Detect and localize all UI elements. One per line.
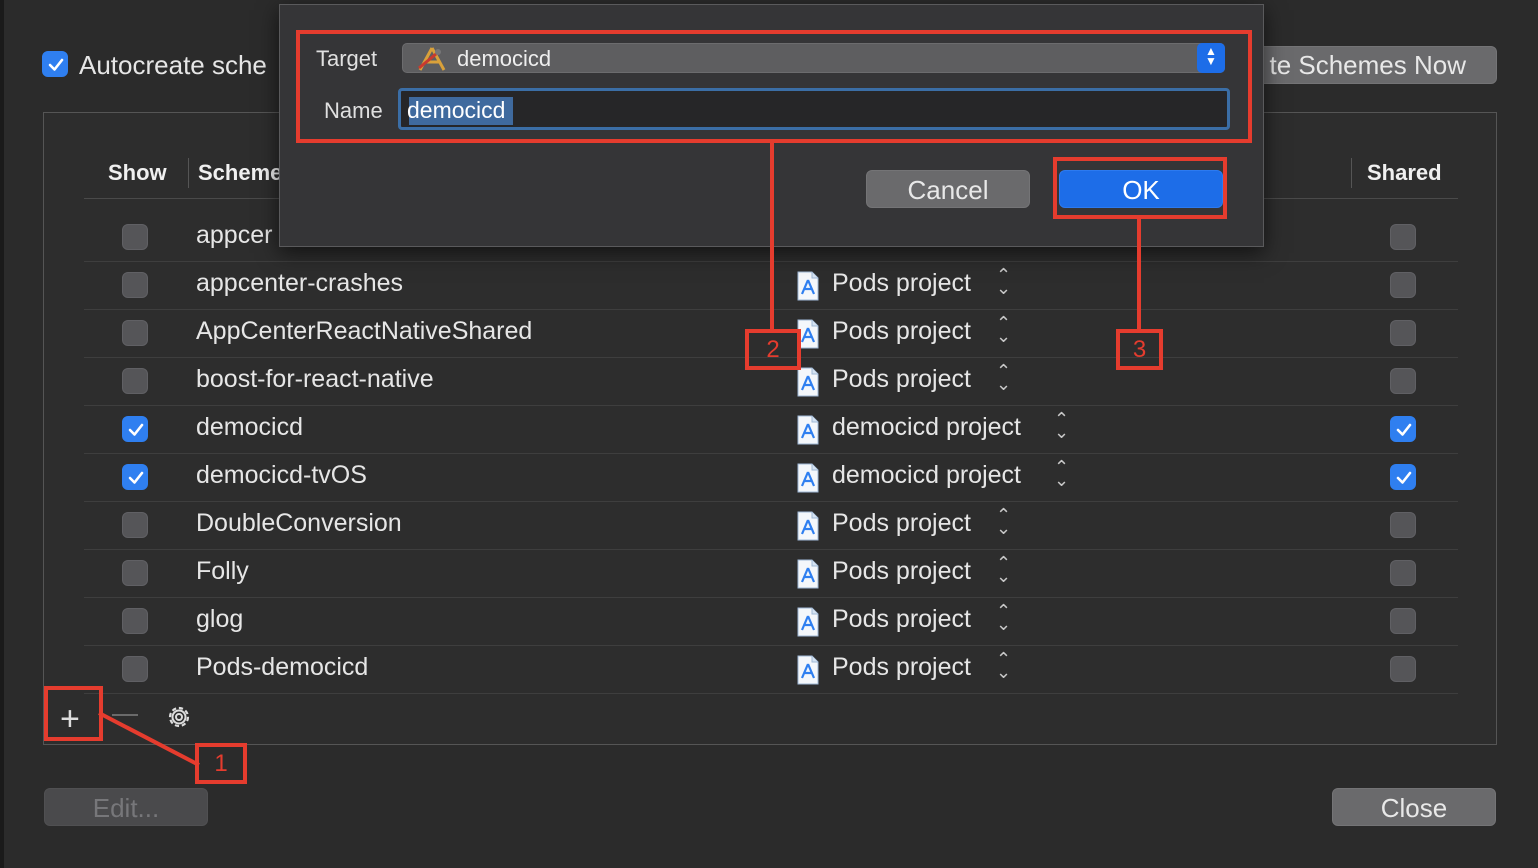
- autocreate-schemes-now-button[interactable]: te Schemes Now: [1240, 46, 1497, 84]
- annotation-number: 1: [214, 750, 228, 777]
- container-select[interactable]: Pods project: [832, 269, 971, 298]
- scheme-name: democicd: [196, 413, 303, 441]
- table-row[interactable]: democicd democicd project ⌃ ⌄: [84, 405, 1458, 454]
- shared-checkbox[interactable]: [1390, 368, 1416, 394]
- annotation-number: 2: [766, 336, 780, 363]
- show-checkbox[interactable]: [122, 608, 148, 634]
- scheme-name: boost-for-react-native: [196, 365, 434, 393]
- shared-checkbox[interactable]: [1390, 560, 1416, 586]
- checkmark-icon: [48, 58, 64, 71]
- show-checkbox[interactable]: [122, 272, 148, 298]
- chevron-updown-icon: ⌃ ⌄: [996, 361, 1012, 394]
- annotation-line: [98, 711, 200, 767]
- scheme-name: appcenter-crashes: [196, 269, 404, 297]
- column-separator: [188, 158, 189, 188]
- container-select[interactable]: Pods project: [832, 605, 971, 634]
- annotation-line: [1137, 219, 1141, 331]
- shared-checkbox[interactable]: [1390, 608, 1416, 634]
- container-select[interactable]: democicd project: [832, 461, 1021, 490]
- header-shared[interactable]: Shared: [1367, 160, 1442, 186]
- cancel-button[interactable]: Cancel: [866, 170, 1030, 208]
- table-row[interactable]: Folly Pods project ⌃ ⌄: [84, 549, 1458, 598]
- shared-checkbox[interactable]: [1390, 512, 1416, 538]
- scheme-name: democicd-tvOS: [196, 461, 367, 489]
- annotation-line: [770, 143, 774, 331]
- autocreate-checkbox[interactable]: [42, 51, 68, 77]
- annotation-box-ok: [1053, 157, 1227, 219]
- table-row[interactable]: Pods-democicd Pods project ⌃ ⌄: [84, 645, 1458, 694]
- chevron-updown-icon: ⌃ ⌄: [1054, 409, 1070, 442]
- project-file-icon: [797, 415, 819, 445]
- container-select[interactable]: Pods project: [832, 557, 971, 586]
- table-row[interactable]: DoubleConversion Pods project ⌃ ⌄: [84, 501, 1458, 550]
- checkmark-icon: [128, 471, 144, 484]
- show-checkbox[interactable]: [122, 560, 148, 586]
- show-checkbox[interactable]: [122, 368, 148, 394]
- edit-button[interactable]: Edit...: [44, 788, 208, 826]
- window-edge: [0, 0, 4, 868]
- checkmark-icon: [128, 423, 144, 436]
- shared-checkbox[interactable]: [1390, 416, 1416, 442]
- chevron-updown-icon: ⌃ ⌄: [996, 553, 1012, 586]
- project-file-icon: [797, 463, 819, 493]
- shared-checkbox[interactable]: [1390, 656, 1416, 682]
- container-select[interactable]: Pods project: [832, 317, 971, 346]
- scheme-name: Pods-democicd: [196, 653, 369, 681]
- container-select[interactable]: democicd project: [832, 413, 1021, 442]
- header-scheme[interactable]: Scheme: [198, 160, 282, 186]
- project-file-icon: [797, 607, 819, 637]
- column-separator: [1351, 158, 1352, 188]
- container-select[interactable]: Pods project: [832, 365, 971, 394]
- container-select[interactable]: Pods project: [832, 509, 971, 538]
- table-row[interactable]: democicd-tvOS democicd project ⌃ ⌄: [84, 453, 1458, 502]
- annotation-number: 3: [1132, 336, 1147, 363]
- annotation-box-target-name: [296, 30, 1252, 143]
- shared-checkbox[interactable]: [1390, 272, 1416, 298]
- project-file-icon: [797, 655, 819, 685]
- close-button[interactable]: Close: [1332, 788, 1496, 826]
- show-checkbox[interactable]: [122, 224, 148, 250]
- scheme-name: appcer: [196, 221, 273, 249]
- chevron-updown-icon: ⌃ ⌄: [996, 601, 1012, 634]
- scheme-name: AppCenterReactNativeShared: [196, 317, 533, 345]
- shared-checkbox[interactable]: [1390, 320, 1416, 346]
- shared-checkbox[interactable]: [1390, 224, 1416, 250]
- checkmark-icon: [1396, 471, 1412, 484]
- chevron-updown-icon: ⌃ ⌄: [996, 265, 1012, 298]
- project-file-icon: [797, 559, 819, 589]
- show-checkbox[interactable]: [122, 464, 148, 490]
- table-row[interactable]: glog Pods project ⌃ ⌄: [84, 597, 1458, 646]
- checkmark-icon: [1396, 423, 1412, 436]
- container-select[interactable]: Pods project: [832, 653, 971, 682]
- project-file-icon: [797, 271, 819, 301]
- show-checkbox[interactable]: [122, 320, 148, 346]
- show-checkbox[interactable]: [122, 416, 148, 442]
- scheme-name: DoubleConversion: [196, 509, 402, 537]
- autocreate-label: Autocreate sche: [79, 50, 267, 80]
- show-checkbox[interactable]: [122, 512, 148, 538]
- scheme-name: glog: [196, 605, 244, 633]
- chevron-updown-icon: ⌃ ⌄: [1054, 457, 1070, 490]
- shared-checkbox[interactable]: [1390, 464, 1416, 490]
- chevron-updown-icon: ⌃ ⌄: [996, 313, 1012, 346]
- project-file-icon: [797, 511, 819, 541]
- chevron-updown-icon: ⌃ ⌄: [996, 505, 1012, 538]
- header-show[interactable]: Show: [108, 160, 167, 186]
- show-checkbox[interactable]: [122, 656, 148, 682]
- scheme-name: Folly: [196, 557, 249, 585]
- project-file-icon: [797, 367, 819, 397]
- chevron-updown-icon: ⌃ ⌄: [996, 649, 1012, 682]
